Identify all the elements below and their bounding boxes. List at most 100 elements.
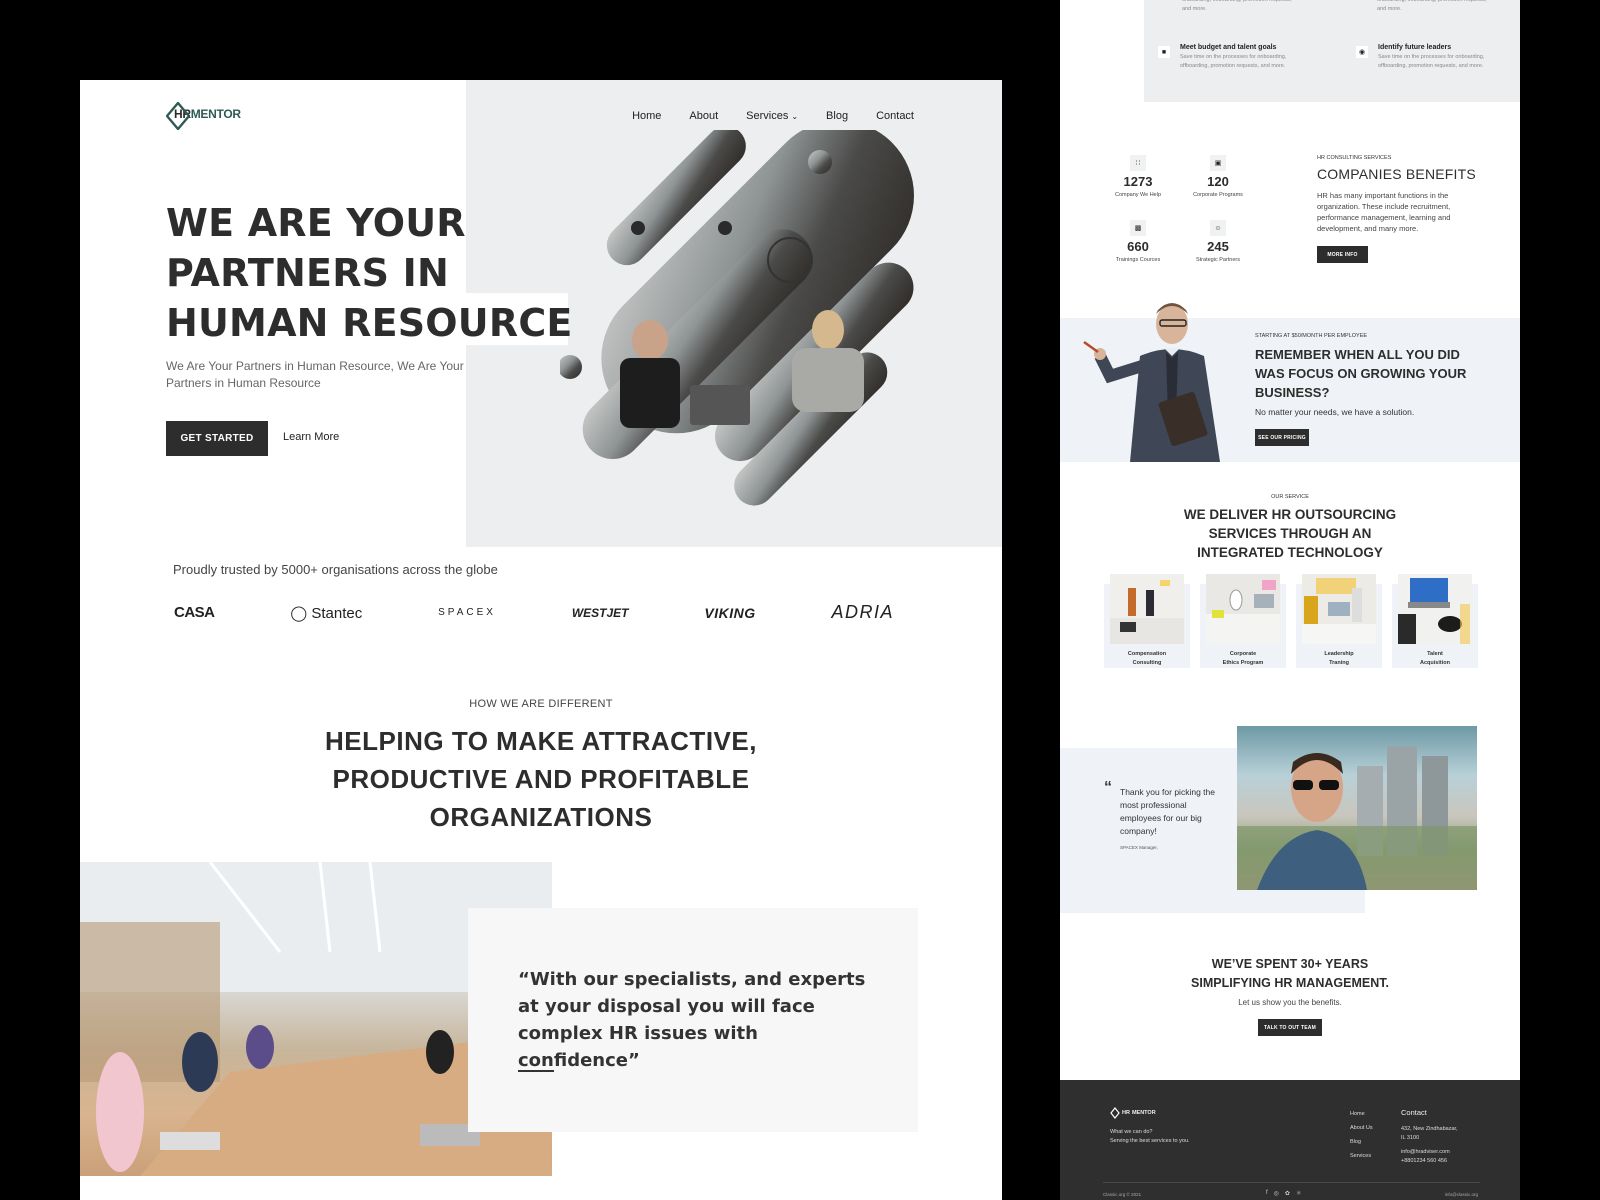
testimonial-author: SPACEX Manager, [1120,845,1158,850]
calculator-icon: ■ [1158,46,1170,58]
dribbble-icon[interactable]: ⚛ [1296,1190,1301,1197]
nav-blog[interactable]: Blog [826,110,848,122]
years-subtitle: Let us show you the benefits. [1238,998,1342,1007]
nav-about[interactable]: About [689,110,718,122]
instagram-icon[interactable]: ◎ [1274,1190,1279,1197]
years-title: WE’VE SPENT 30+ YEARS SIMPLIFYING HR MAN… [1060,955,1520,993]
logo-stantec-text: Stantec [311,604,363,622]
footer-link-blog[interactable]: Blog [1350,1135,1373,1149]
service-label: Talent Acquisition [1392,650,1478,668]
benefits-desc: HR has many important functions in the o… [1317,191,1451,233]
eye-icon: ◉ [1356,46,1368,58]
nav-home[interactable]: Home [632,110,661,122]
pricing-subtitle: No matter your needs, we have a solution… [1255,407,1415,417]
service-image [1110,574,1184,644]
service-card-leadership[interactable]: Leadership Traning [1296,574,1382,668]
stat-programs: ▣ 120 Corporate Programs [1178,155,1258,198]
service-label: Corporate Ethics Program [1200,650,1286,668]
footer-contact-title: Contact [1401,1108,1427,1117]
service-label-line: Leadership [1324,651,1354,657]
services-title-line: WE DELIVER HR OUTSOURCING [1183,507,1397,522]
footer-divider [1103,1182,1480,1183]
hero-title-line: HUMAN RESOURCE [166,301,573,345]
service-card-ethics[interactable]: Corporate Ethics Program [1200,574,1286,668]
logo[interactable]: HRMENTOR [165,101,241,131]
trusted-text: Proudly trusted by 5000+ organisations a… [173,562,498,577]
main-nav: Home About Services ⌄ Blog Contact [632,110,914,122]
service-label: Leadership Traning [1296,650,1382,668]
client-logos: CASA ◯ Stantec SPACEX WESTJET VIKING ADR… [174,602,894,623]
services-eyebrow: OUR SERVICE [1271,494,1309,500]
stat-label: Trainings Cources [1115,257,1161,263]
service-image [1398,574,1472,644]
feature-desc: onboarding, offboarding, promotion reque… [1377,0,1487,12]
hero-title-line: PARTNERS IN [166,251,450,295]
quote-divider [518,1070,554,1072]
logo-westjet: WESTJET [571,605,629,620]
logo-diamond-icon [1110,1107,1120,1119]
logo-stantec: ◯ Stantec [290,604,363,622]
footer-link-home[interactable]: Home [1350,1107,1373,1121]
service-label-line: Traning [1329,660,1349,666]
nav-contact[interactable]: Contact [876,110,914,122]
footer-address: 432, New Zindhabazar, IL 3100 [1401,1125,1458,1143]
footer-link-services[interactable]: Services [1350,1149,1373,1163]
see-pricing-button[interactable]: SEE OUR PRICING [1255,429,1309,446]
learn-more-link[interactable]: Learn More [283,431,339,443]
footer-copyright: Classic.org © 2021 [1103,1192,1142,1197]
get-started-button[interactable]: GET STARTED [166,421,268,456]
quote-text: “With our specialists, and experts at yo… [518,969,866,1071]
more-info-button[interactable]: MORE INFO [1317,246,1368,263]
feature-top-right: onboarding, offboarding, promotion reque… [1377,0,1497,14]
stat-label: Corporate Programs [1193,192,1243,198]
different-title-line: HELPING TO MAKE ATTRACTIVE, [325,726,757,756]
pricing-title: REMEMBER WHEN ALL YOU DID WAS FOCUS ON G… [1255,347,1467,400]
service-card-compensation[interactable]: Compensation Consulting [1104,574,1190,668]
service-image [1302,574,1376,644]
service-label: Compensation Consulting [1104,650,1190,668]
logo-hr: HR [1122,1110,1130,1116]
testimonial-photo [1237,726,1477,890]
briefcase-icon: ▣ [1210,155,1226,171]
different-title-line: ORGANIZATIONS [429,802,653,832]
nav-services[interactable]: Services ⌄ [746,110,798,122]
benefits-title: COMPANIES BENEFITS [1317,166,1476,182]
chevron-down-icon: ⌄ [791,112,799,121]
benefits-eyebrow: HR CONSULTING SERVICES [1317,155,1392,161]
stat-companies: ∷ 1273 Company We Help [1098,155,1178,198]
feature-top-left: onboarding, offboarding, promotion reque… [1182,0,1302,14]
landing-page-continued: onboarding, offboarding, promotion reque… [1060,0,1520,1200]
services-title-line: INTEGRATED TECHNOLOGY [1197,545,1383,560]
footer-links: Home About Us Blog Services [1350,1107,1373,1163]
service-label-line: Compensation [1127,651,1167,657]
feature-desc: Save time on the processes for onboardin… [1180,54,1287,69]
different-title: HELPING TO MAKE ATTRACTIVE, PRODUCTIVE A… [80,722,1002,836]
stat-value: 245 [1207,239,1229,254]
feature-title: Identify future leaders [1378,44,1452,51]
landing-page-main: HRMENTOR Home About Services ⌄ Blog Conta… [80,80,1002,1200]
service-label-line: Talent [1427,651,1443,657]
service-card-talent[interactable]: Talent Acquisition [1392,574,1478,668]
footer-phone: +8801234 560 456 [1401,1158,1448,1164]
logo-casa: CASA [174,604,215,621]
service-label-line: Acquisition [1420,660,1450,666]
different-title-line: PRODUCTIVE AND PROFITABLE [332,764,750,794]
twitter-icon[interactable]: ✿ [1285,1190,1290,1197]
grid-icon: ∷ [1130,155,1146,171]
service-label-line: Ethics Program [1222,660,1264,666]
footer-link-about[interactable]: About Us [1350,1121,1373,1135]
feature-title: Meet budget and talent goals [1180,44,1277,51]
logo-adria: ADRIA [831,602,894,622]
facebook-icon[interactable]: f [1266,1190,1268,1197]
footer-email-right[interactable]: info@classic.org [1445,1192,1478,1197]
talk-to-team-button[interactable]: TALK TO OUT TEAM [1258,1019,1322,1036]
businessman-image [1083,303,1220,462]
footer-logo[interactable]: HR MENTOR [1110,1107,1156,1119]
footer-tagline-line: Serving the best services to you. [1110,1138,1190,1144]
logo-diamond-icon [165,101,191,131]
testimonial-text: Thank you for picking the most professio… [1120,787,1215,836]
footer-email[interactable]: info@hradviser.com [1401,1148,1450,1157]
feature-desc: onboarding, offboarding, promotion reque… [1182,0,1292,12]
hero-team-image [560,130,914,506]
service-image [1206,574,1280,644]
